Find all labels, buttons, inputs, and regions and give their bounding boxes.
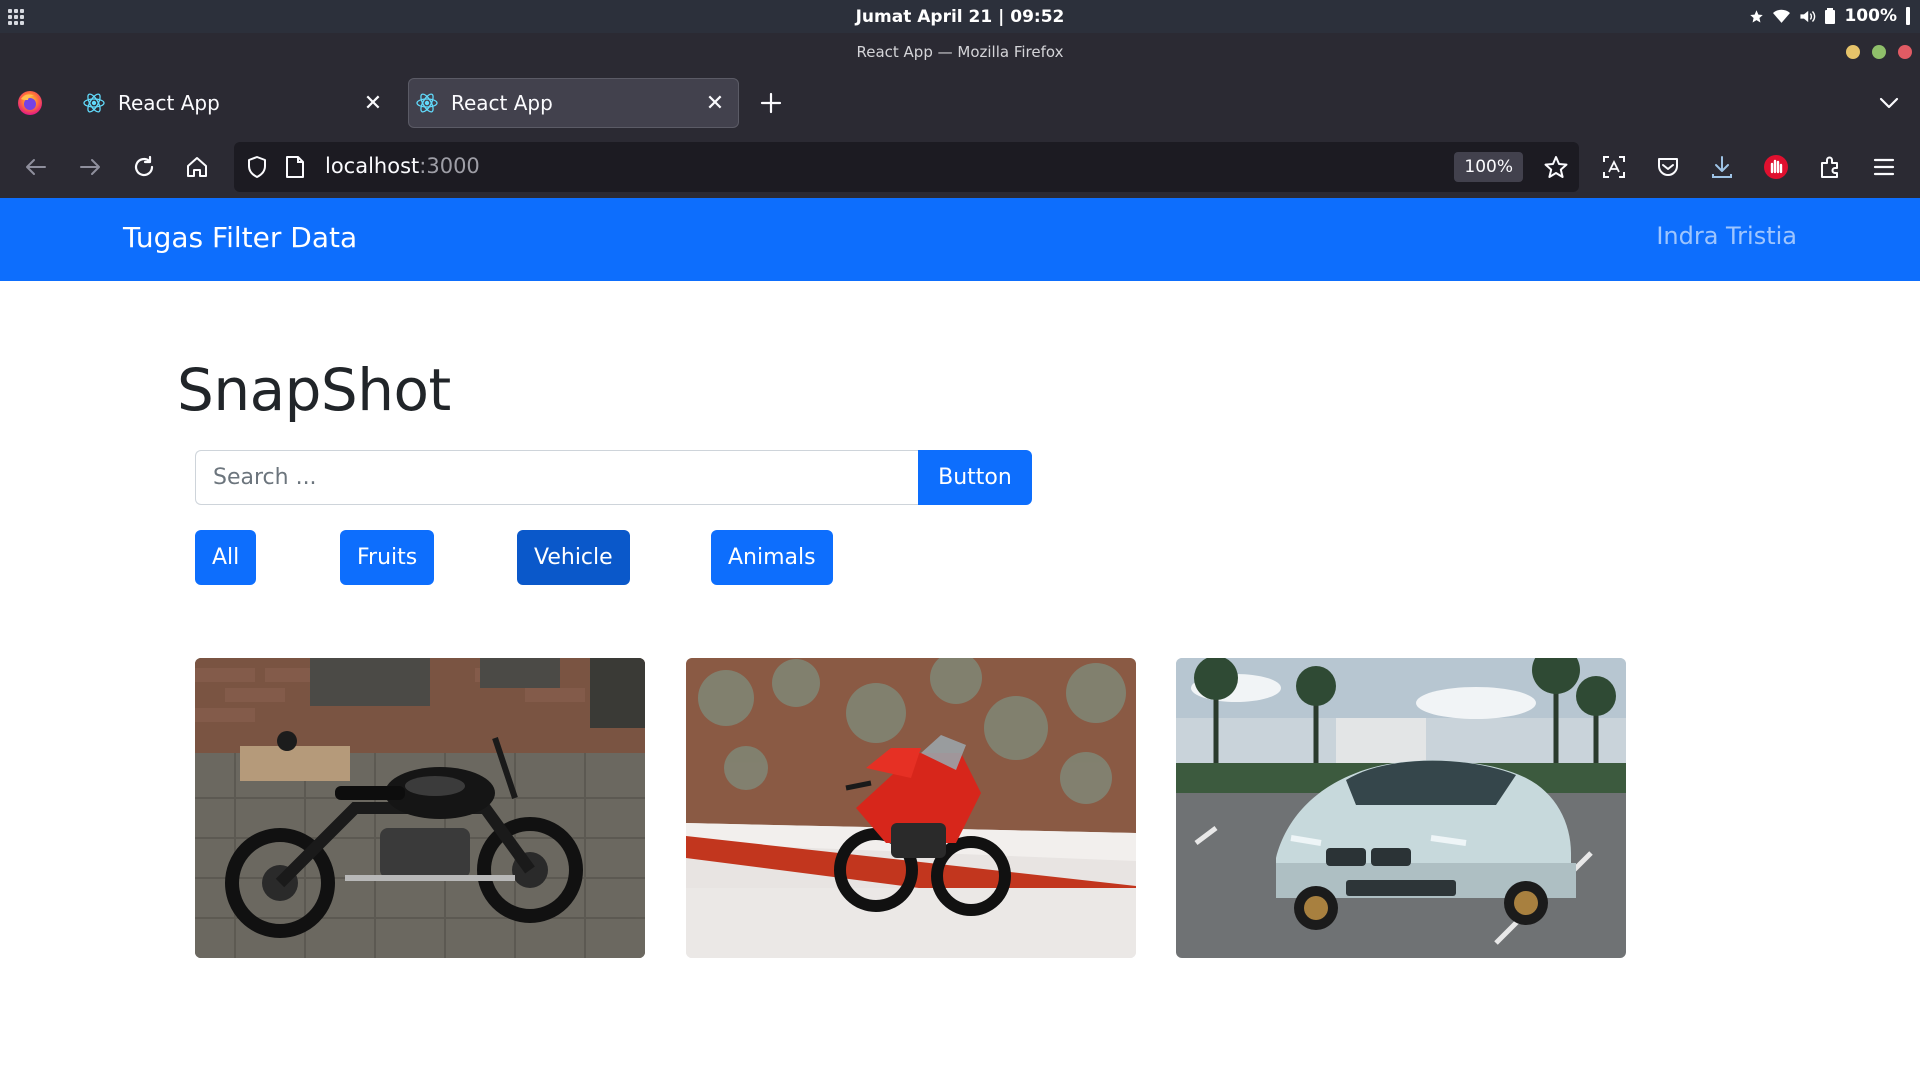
battery-percent: 100%	[1844, 6, 1897, 26]
extensions-icon[interactable]	[1815, 152, 1845, 182]
home-icon[interactable]	[182, 152, 212, 182]
black-motorcycle-photo[interactable]	[195, 658, 645, 958]
tab-label: React App	[451, 91, 553, 115]
wifi-icon	[1773, 9, 1791, 23]
search-group: Button	[195, 450, 1032, 505]
firefox-menu-icon[interactable]	[16, 89, 44, 117]
screenshot-icon[interactable]	[1599, 152, 1629, 182]
react-favicon-icon	[83, 93, 105, 113]
page-info-icon[interactable]	[284, 155, 306, 179]
url-port: :3000	[419, 154, 480, 178]
os-top-bar: Jumat April 21 | 09:52 100%	[0, 0, 1920, 33]
react-favicon-icon	[416, 93, 438, 113]
reload-icon[interactable]	[129, 152, 159, 182]
pocket-icon[interactable]	[1653, 152, 1683, 182]
hamburger-menu-icon[interactable]	[1869, 152, 1899, 182]
url-bar[interactable]: localhost:3000 100%	[234, 142, 1579, 192]
page-content: Tugas Filter Data Indra Tristia SnapShot…	[0, 198, 1920, 1080]
chevron-down-icon[interactable]	[1876, 90, 1902, 116]
tab-strip: React App ✕ React App ✕	[0, 70, 1920, 136]
os-clock[interactable]: Jumat April 21 | 09:52	[0, 7, 1920, 27]
tab-react-app-1[interactable]: React App ✕	[76, 78, 396, 128]
zoom-level-badge[interactable]: 100%	[1454, 152, 1523, 182]
tab-react-app-2[interactable]: React App ✕	[408, 78, 739, 128]
bookmark-star-icon[interactable]	[1543, 154, 1569, 180]
search-input[interactable]	[195, 450, 918, 505]
red-sport-motorcycle-photo[interactable]	[686, 658, 1136, 958]
minimize-button[interactable]	[1846, 45, 1860, 59]
filter-fruits-button[interactable]: Fruits	[340, 530, 435, 585]
tray-bar-icon	[1906, 7, 1910, 25]
window-title-bar: React App — Mozilla Firefox	[0, 33, 1920, 70]
adblock-hand-icon[interactable]	[1761, 152, 1791, 182]
white-sedan-car-photo[interactable]	[1176, 658, 1626, 958]
filter-vehicle-button[interactable]: Vehicle	[517, 530, 630, 585]
url-text[interactable]: localhost:3000	[325, 154, 480, 178]
forward-icon[interactable]	[75, 152, 105, 182]
search-button[interactable]: Button	[918, 450, 1032, 505]
page-title: SnapShot	[177, 356, 451, 424]
tracking-protection-shield-icon[interactable]	[244, 154, 270, 180]
close-window-button[interactable]	[1898, 45, 1912, 59]
filter-animals-button[interactable]: Animals	[711, 530, 833, 585]
tab-close-icon[interactable]: ✕	[358, 88, 388, 118]
volume-icon	[1800, 10, 1816, 22]
system-tray[interactable]: 100%	[1749, 6, 1910, 26]
maximize-button[interactable]	[1872, 45, 1886, 59]
downloads-icon[interactable]	[1707, 152, 1737, 182]
filter-all-button[interactable]: All	[195, 530, 257, 585]
navigation-toolbar: localhost:3000 100%	[0, 136, 1920, 198]
new-tab-icon[interactable]	[756, 88, 786, 118]
tab-close-icon[interactable]: ✕	[700, 88, 730, 118]
url-host: localhost	[325, 154, 420, 178]
window-controls	[1846, 45, 1912, 59]
battery-icon	[1825, 8, 1836, 24]
back-icon[interactable]	[21, 152, 51, 182]
navbar-user-link[interactable]: Indra Tristia	[1656, 222, 1797, 250]
star-tray-icon	[1750, 9, 1764, 22]
tab-label: React App	[118, 91, 220, 115]
app-navbar: Tugas Filter Data Indra Tristia	[0, 198, 1920, 281]
window-title: React App — Mozilla Firefox	[856, 43, 1064, 61]
navbar-brand[interactable]: Tugas Filter Data	[123, 221, 357, 254]
